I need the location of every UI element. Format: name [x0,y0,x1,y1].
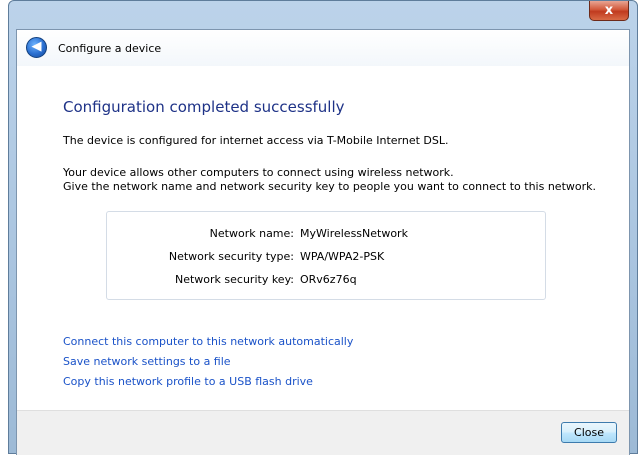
connect-automatically-link[interactable]: Connect this computer to this network au… [63,335,353,348]
back-button[interactable]: ◀ [26,37,47,58]
network-name-value: MyWirelessNetwork [300,227,408,240]
network-name-label: Network name: [209,227,294,240]
security-key-value: ORv6z76q [300,273,357,286]
security-key-label: Network security key: [174,273,294,286]
security-type-value: WPA/WPA2-PSK [300,250,385,263]
close-icon: x [604,3,614,18]
copy-to-usb-link[interactable]: Copy this network profile to a USB flash… [63,375,313,388]
window-close-button[interactable]: x [589,1,629,21]
wizard-title: Configure a device [58,42,162,55]
save-settings-link[interactable]: Save network settings to a file [63,355,231,368]
status-text: The device is configured for internet ac… [63,134,449,147]
wizard-content: ◀ Configure a device Configuration compl… [16,29,630,455]
wizard-window: x ◀ Configure a device Configuration com… [8,0,638,455]
security-type-label: Network security type: [168,250,294,263]
wizard-footer: Close [17,410,629,455]
wizard-nav-bar: ◀ Configure a device [17,30,629,66]
info-text-line-2: Give the network name and network securi… [63,180,597,193]
close-button[interactable]: Close [561,422,617,443]
info-text-line-1: Your device allows other computers to co… [63,166,454,179]
back-arrow-icon: ◀ [31,39,42,54]
page-heading: Configuration completed successfully [63,98,345,116]
network-details-box: Network name: MyWirelessNetwork Network … [106,211,546,300]
